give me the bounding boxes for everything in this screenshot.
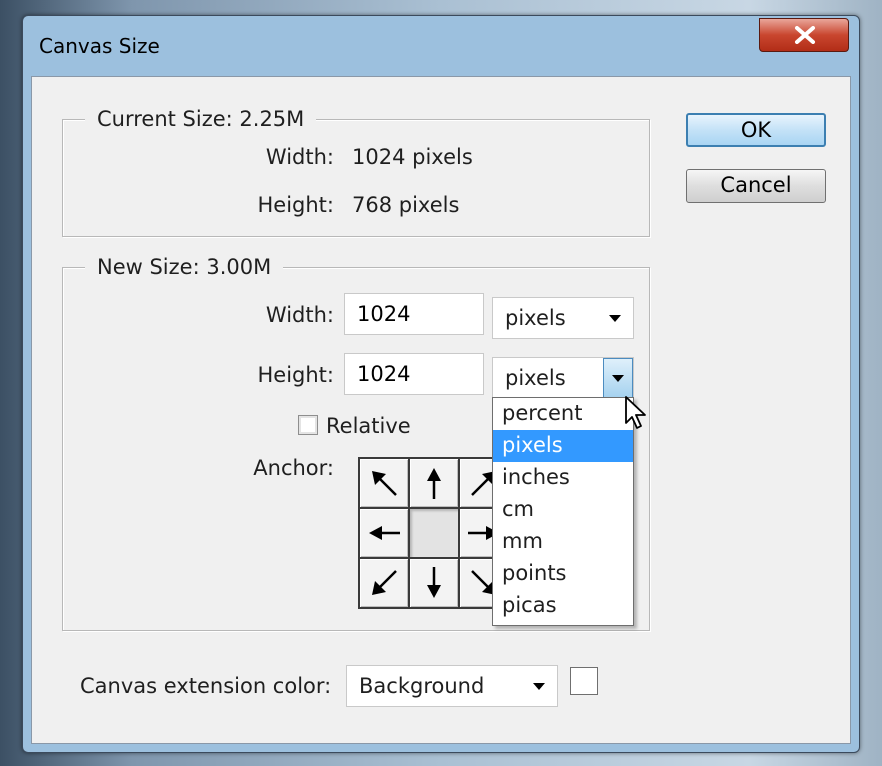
arrow-down-left-icon <box>372 570 397 595</box>
dialog-title: Canvas Size <box>39 34 160 58</box>
relative-checkbox[interactable] <box>298 415 318 435</box>
dropdown-toggle-button[interactable] <box>603 358 633 398</box>
dropdown-option-points[interactable]: points <box>493 558 633 590</box>
current-height-value: 768 pixels <box>352 193 460 217</box>
anchor-grid[interactable] <box>358 457 508 609</box>
mouse-cursor-icon <box>625 396 646 429</box>
unit-dropdown-list: percent pixels inches cm mm points picas <box>492 397 634 626</box>
title-bar: Canvas Size <box>23 16 859 76</box>
chevron-down-icon <box>609 315 621 322</box>
anchor-top[interactable] <box>410 459 458 507</box>
anchor-center[interactable] <box>410 509 458 557</box>
relative-label[interactable]: Relative <box>326 413 411 439</box>
dropdown-option-cm[interactable]: cm <box>493 494 633 526</box>
anchor-left[interactable] <box>360 509 408 557</box>
current-width-value: 1024 pixels <box>352 145 473 169</box>
height-input[interactable]: 1024 <box>344 353 484 395</box>
dropdown-option-picas[interactable]: picas <box>493 590 633 622</box>
extension-color-select[interactable]: Background <box>346 665 558 707</box>
height-unit-select[interactable]: pixels <box>492 357 634 399</box>
anchor-label: Anchor: <box>253 456 334 480</box>
extension-color-swatch[interactable] <box>570 667 598 695</box>
dropdown-option-pixels[interactable]: pixels <box>493 430 633 462</box>
new-size-title: New Size: 3.00M <box>85 255 284 279</box>
current-width-label: Width: <box>265 145 334 169</box>
dropdown-option-mm[interactable]: mm <box>493 526 633 558</box>
cancel-button[interactable]: Cancel <box>686 169 826 203</box>
anchor-bottom-left[interactable] <box>360 559 408 607</box>
current-height-label: Height: <box>257 193 335 217</box>
current-size-title: Current Size: 2.25M <box>85 107 317 131</box>
close-button[interactable] <box>759 18 849 52</box>
width-input[interactable]: 1024 <box>344 293 484 335</box>
anchor-bottom[interactable] <box>410 559 458 607</box>
arrow-down-icon <box>427 567 441 598</box>
arrow-up-icon <box>427 468 441 499</box>
extension-color-label: Canvas extension color: <box>80 674 332 698</box>
canvas-size-dialog: Canvas Size Current Size: 2.25M Width: 1… <box>22 15 860 753</box>
ok-button[interactable]: OK <box>686 113 826 147</box>
arrow-left-icon <box>369 526 400 540</box>
height-unit-value: pixels <box>505 366 566 390</box>
new-width-label: Width: <box>265 303 334 327</box>
arrow-up-left-icon <box>372 471 397 496</box>
extension-color-value: Background <box>359 674 485 698</box>
new-height-label: Height: <box>257 363 335 387</box>
current-size-group: Current Size: 2.25M <box>62 107 650 237</box>
width-unit-select[interactable]: pixels <box>492 297 634 339</box>
dialog-client-area: Current Size: 2.25M Width: 1024 pixels H… <box>31 76 851 744</box>
dropdown-option-percent[interactable]: percent <box>493 398 633 430</box>
close-icon <box>795 26 815 44</box>
dropdown-option-inches[interactable]: inches <box>493 462 633 494</box>
anchor-top-left[interactable] <box>360 459 408 507</box>
chevron-down-icon <box>533 683 545 690</box>
width-unit-value: pixels <box>505 306 566 330</box>
